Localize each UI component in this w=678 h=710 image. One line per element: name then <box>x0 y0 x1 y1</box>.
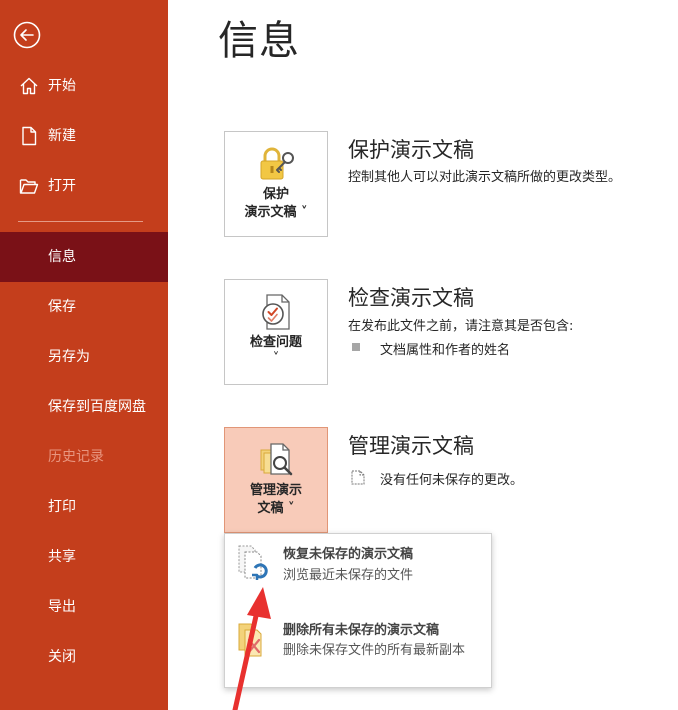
manage-document-icon <box>260 443 293 476</box>
lock-key-icon <box>260 147 294 180</box>
sidebar-item-label: 导出 <box>48 599 76 615</box>
sidebar-item-info[interactable]: 信息 <box>0 232 168 282</box>
sidebar-item-history: 历史记录 <box>0 432 168 482</box>
tile-label: 文稿 ˅ <box>257 501 295 516</box>
sidebar-item-label: 关闭 <box>48 649 76 665</box>
section-desc-protect: 控制其他人可以对此演示文稿所做的更改类型。 <box>348 170 622 185</box>
new-document-icon <box>22 126 37 146</box>
recover-unsaved-item[interactable]: 恢复未保存的演示文稿 浏览最近未保存的文件 <box>225 534 491 606</box>
sidebar-item-label: 信息 <box>48 249 76 265</box>
manage-dropdown-menu: 恢复未保存的演示文稿 浏览最近未保存的文件 删除所有未保存的演示文稿 删除未保存… <box>224 533 492 688</box>
tile-label: 管理演示 <box>249 483 302 498</box>
sidebar-item-label: 保存到百度网盘 <box>48 399 146 415</box>
delete-unsaved-item[interactable]: 删除所有未保存的演示文稿 删除未保存文件的所有最新副本 <box>225 614 491 686</box>
page-title: 信息 <box>218 18 300 64</box>
sidebar-item-save-as[interactable]: 另存为 <box>0 332 168 382</box>
delete-unsaved-title: 删除所有未保存的演示文稿 <box>283 623 440 638</box>
sidebar-item-label: 新建 <box>48 128 76 144</box>
sidebar-item-new[interactable]: 新建 <box>0 111 168 161</box>
recover-document-icon <box>238 545 268 580</box>
check-issues-button[interactable]: 检查问题 ˅ <box>224 279 328 385</box>
manage-presentation-button[interactable]: 管理演示 文稿 ˅ <box>224 427 328 533</box>
back-arrow-icon[interactable] <box>12 20 42 50</box>
folder-open-icon <box>19 179 39 194</box>
section-desc-manage: 没有任何未保存的更改。 <box>380 473 524 488</box>
recover-unsaved-title: 恢复未保存的演示文稿 <box>283 547 414 562</box>
section-title-manage: 管理演示文稿 <box>348 434 474 458</box>
section-desc-inspect: 在发布此文件之前，请注意其是否包含: <box>348 319 574 334</box>
section-title-inspect: 检查演示文稿 <box>348 286 474 310</box>
inspect-document-icon <box>262 294 290 330</box>
inspect-bullet-text: 文档属性和作者的姓名 <box>380 343 511 358</box>
bullet-icon <box>352 343 360 351</box>
tile-label: 保护 <box>262 187 289 202</box>
sidebar-item-home[interactable]: 开始 <box>0 61 168 111</box>
sidebar-item-export[interactable]: 导出 <box>0 582 168 632</box>
recover-unsaved-desc: 浏览最近未保存的文件 <box>283 568 414 583</box>
sidebar-item-save-to-baidu[interactable]: 保存到百度网盘 <box>0 382 168 432</box>
sidebar-item-label: 打印 <box>48 499 76 515</box>
sidebar-item-label: 共享 <box>48 549 76 565</box>
document-icon <box>351 470 365 485</box>
tile-label: 演示文稿 ˅ <box>244 205 308 220</box>
sidebar-item-label: 开始 <box>48 78 76 94</box>
sidebar-item-save[interactable]: 保存 <box>0 282 168 332</box>
sidebar-item-label: 保存 <box>48 299 76 315</box>
sidebar-item-open[interactable]: 打开 <box>0 161 168 211</box>
delete-unsaved-desc: 删除未保存文件的所有最新副本 <box>283 643 466 658</box>
section-title-protect: 保护演示文稿 <box>348 138 474 162</box>
sidebar-item-label: 另存为 <box>48 349 90 365</box>
sidebar: 开始 新建 打开 信息 保存 另存为 保存到百度网盘 历史记录 打印 共享 导出… <box>0 0 168 710</box>
sidebar-item-print[interactable]: 打印 <box>0 482 168 532</box>
sidebar-item-label: 历史记录 <box>48 449 104 465</box>
sidebar-item-share[interactable]: 共享 <box>0 532 168 582</box>
sidebar-divider <box>18 221 143 222</box>
protect-presentation-button[interactable]: 保护 演示文稿 ˅ <box>224 131 328 237</box>
delete-document-icon <box>238 623 262 657</box>
sidebar-item-close[interactable]: 关闭 <box>0 632 168 682</box>
home-icon <box>20 77 38 95</box>
chevron-down-icon: ˅ <box>272 351 280 366</box>
sidebar-item-label: 打开 <box>48 178 76 194</box>
